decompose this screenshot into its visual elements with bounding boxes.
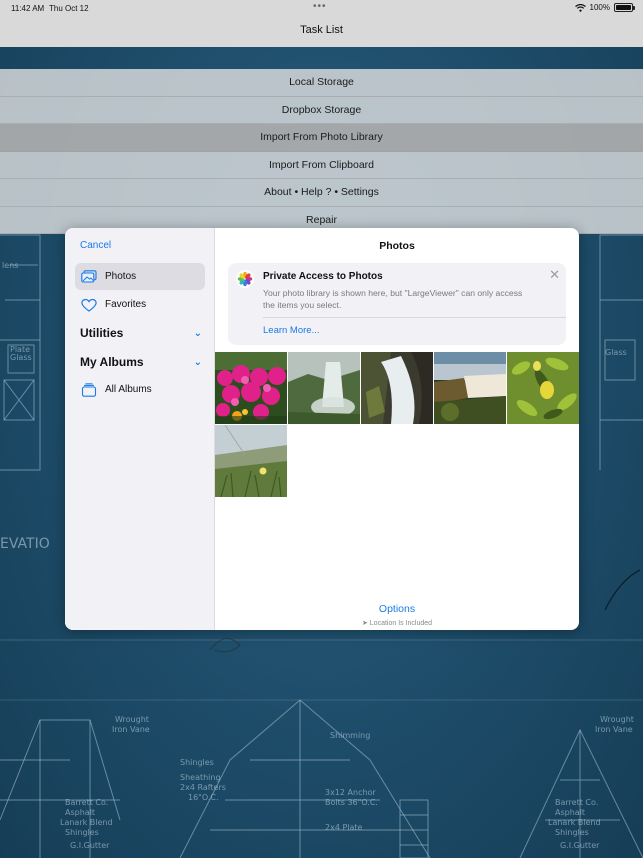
- status-date: Thu Oct 12: [49, 4, 89, 13]
- svg-text:Asphalt: Asphalt: [65, 808, 95, 817]
- svg-text:Lanark Blend: Lanark Blend: [548, 818, 601, 827]
- svg-text:G.I.Gutter: G.I.Gutter: [560, 841, 600, 850]
- photos-app-icon: [236, 270, 254, 288]
- svg-text:Shingles: Shingles: [65, 828, 99, 837]
- svg-text:Lanark Blend: Lanark Blend: [60, 818, 113, 827]
- sidebar-section-my-albums-label: My Albums: [80, 355, 144, 369]
- svg-text:3x12 Anchor: 3x12 Anchor: [325, 788, 376, 797]
- status-right-group: 100%: [574, 3, 635, 12]
- sidebar-item-all-albums[interactable]: All Albums: [75, 376, 205, 403]
- sidebar-section-my-albums[interactable]: My Albums ⌄: [80, 355, 202, 369]
- picker-title: Photos: [379, 240, 415, 252]
- close-icon[interactable]: ✕: [549, 267, 560, 283]
- chevron-down-icon: ⌄: [193, 356, 202, 368]
- svg-text:16"O.C.: 16"O.C.: [188, 793, 219, 802]
- svg-text:Shingles: Shingles: [555, 828, 589, 837]
- notice-divider: [263, 317, 566, 318]
- svg-text:Glass: Glass: [605, 348, 627, 357]
- sidebar-label-favorites: Favorites: [105, 299, 147, 310]
- svg-text:Wrought: Wrought: [115, 715, 149, 724]
- top-bar: 11:42 AM Thu Oct 12 ••• 100% Task List: [0, 0, 643, 47]
- rocky-waterfall-photo[interactable]: [361, 352, 433, 424]
- svg-text:Glass: Glass: [10, 353, 32, 362]
- photo-picker-sheet: Cancel Photos Favorites Utilities ⌄ My A…: [65, 228, 579, 630]
- battery-percent: 100%: [589, 3, 610, 12]
- picker-main: Photos Private Access to Photos Your pho…: [215, 228, 579, 630]
- svg-text:Barrett Co.: Barrett Co.: [555, 798, 598, 807]
- menu-item-import-clipboard[interactable]: Import From Clipboard: [0, 151, 643, 179]
- location-status: ➤ Location Is Included: [215, 619, 579, 627]
- pink-flowers-photo[interactable]: [215, 352, 287, 424]
- albums-stack-icon: [81, 382, 97, 397]
- svg-text:EVATIO: EVATIO: [0, 536, 50, 552]
- options-button[interactable]: Options: [215, 603, 579, 615]
- location-status-text: Location Is Included: [369, 620, 433, 627]
- svg-text:Wrought: Wrought: [600, 715, 634, 724]
- svg-text:Shingles: Shingles: [180, 758, 214, 767]
- sunset-waterfall-photo[interactable]: [434, 352, 506, 424]
- lemon-tree-photo[interactable]: [507, 352, 579, 424]
- heart-icon: [81, 298, 97, 312]
- cancel-button[interactable]: Cancel: [80, 240, 111, 251]
- svg-text:2x4 Rafters: 2x4 Rafters: [180, 783, 226, 792]
- sidebar-section-utilities-label: Utilities: [80, 326, 124, 340]
- task-menu: Local Storage Dropbox Storage Import Fro…: [0, 69, 643, 234]
- wifi-icon: [574, 3, 586, 12]
- menu-item-import-photo-library[interactable]: Import From Photo Library: [0, 124, 643, 152]
- sidebar-label-all-albums: All Albums: [105, 384, 152, 395]
- sidebar-section-utilities[interactable]: Utilities ⌄: [80, 326, 202, 340]
- sidebar-item-favorites[interactable]: Favorites: [75, 291, 205, 318]
- svg-text:2x4 Plate: 2x4 Plate: [325, 823, 363, 832]
- menu-item-dropbox-storage[interactable]: Dropbox Storage: [0, 96, 643, 124]
- sidebar-label-photos: Photos: [105, 271, 137, 282]
- location-arrow-icon: ➤: [361, 620, 368, 627]
- dune-plants-photo[interactable]: [215, 425, 287, 497]
- svg-text:G.I.Gutter: G.I.Gutter: [70, 841, 110, 850]
- notice-body: Your photo library is shown here, but "L…: [263, 288, 523, 310]
- battery-icon: [614, 3, 635, 12]
- photos-icon: [81, 270, 97, 283]
- private-access-notice: Private Access to Photos Your photo libr…: [228, 263, 566, 345]
- svg-text:Iron Vane: Iron Vane: [112, 725, 150, 734]
- chevron-down-icon: ⌄: [193, 327, 202, 339]
- nav-title: Task List: [300, 24, 343, 36]
- picker-sidebar: Cancel Photos Favorites Utilities ⌄ My A…: [65, 228, 215, 630]
- svg-text:Asphalt: Asphalt: [555, 808, 585, 817]
- status-time: 11:42 AM: [11, 4, 45, 13]
- svg-text:Iron Vane: Iron Vane: [595, 725, 633, 734]
- svg-text:lens: lens: [2, 261, 18, 270]
- menu-item-local-storage[interactable]: Local Storage: [0, 69, 643, 97]
- svg-text:Barrett Co.: Barrett Co.: [65, 798, 108, 807]
- multitasking-dots-icon[interactable]: •••: [313, 1, 327, 12]
- notice-title: Private Access to Photos: [263, 271, 383, 282]
- svg-text:Bolts 36"O.C.: Bolts 36"O.C.: [325, 798, 378, 807]
- sidebar-item-photos[interactable]: Photos: [75, 263, 205, 290]
- menu-item-about-help-settings[interactable]: About • Help ? • Settings: [0, 179, 643, 207]
- waterfall-mist-photo[interactable]: [288, 352, 360, 424]
- learn-more-link[interactable]: Learn More...: [263, 325, 320, 336]
- svg-text:Sheathing: Sheathing: [180, 773, 221, 782]
- svg-text:Shimming: Shimming: [330, 731, 370, 740]
